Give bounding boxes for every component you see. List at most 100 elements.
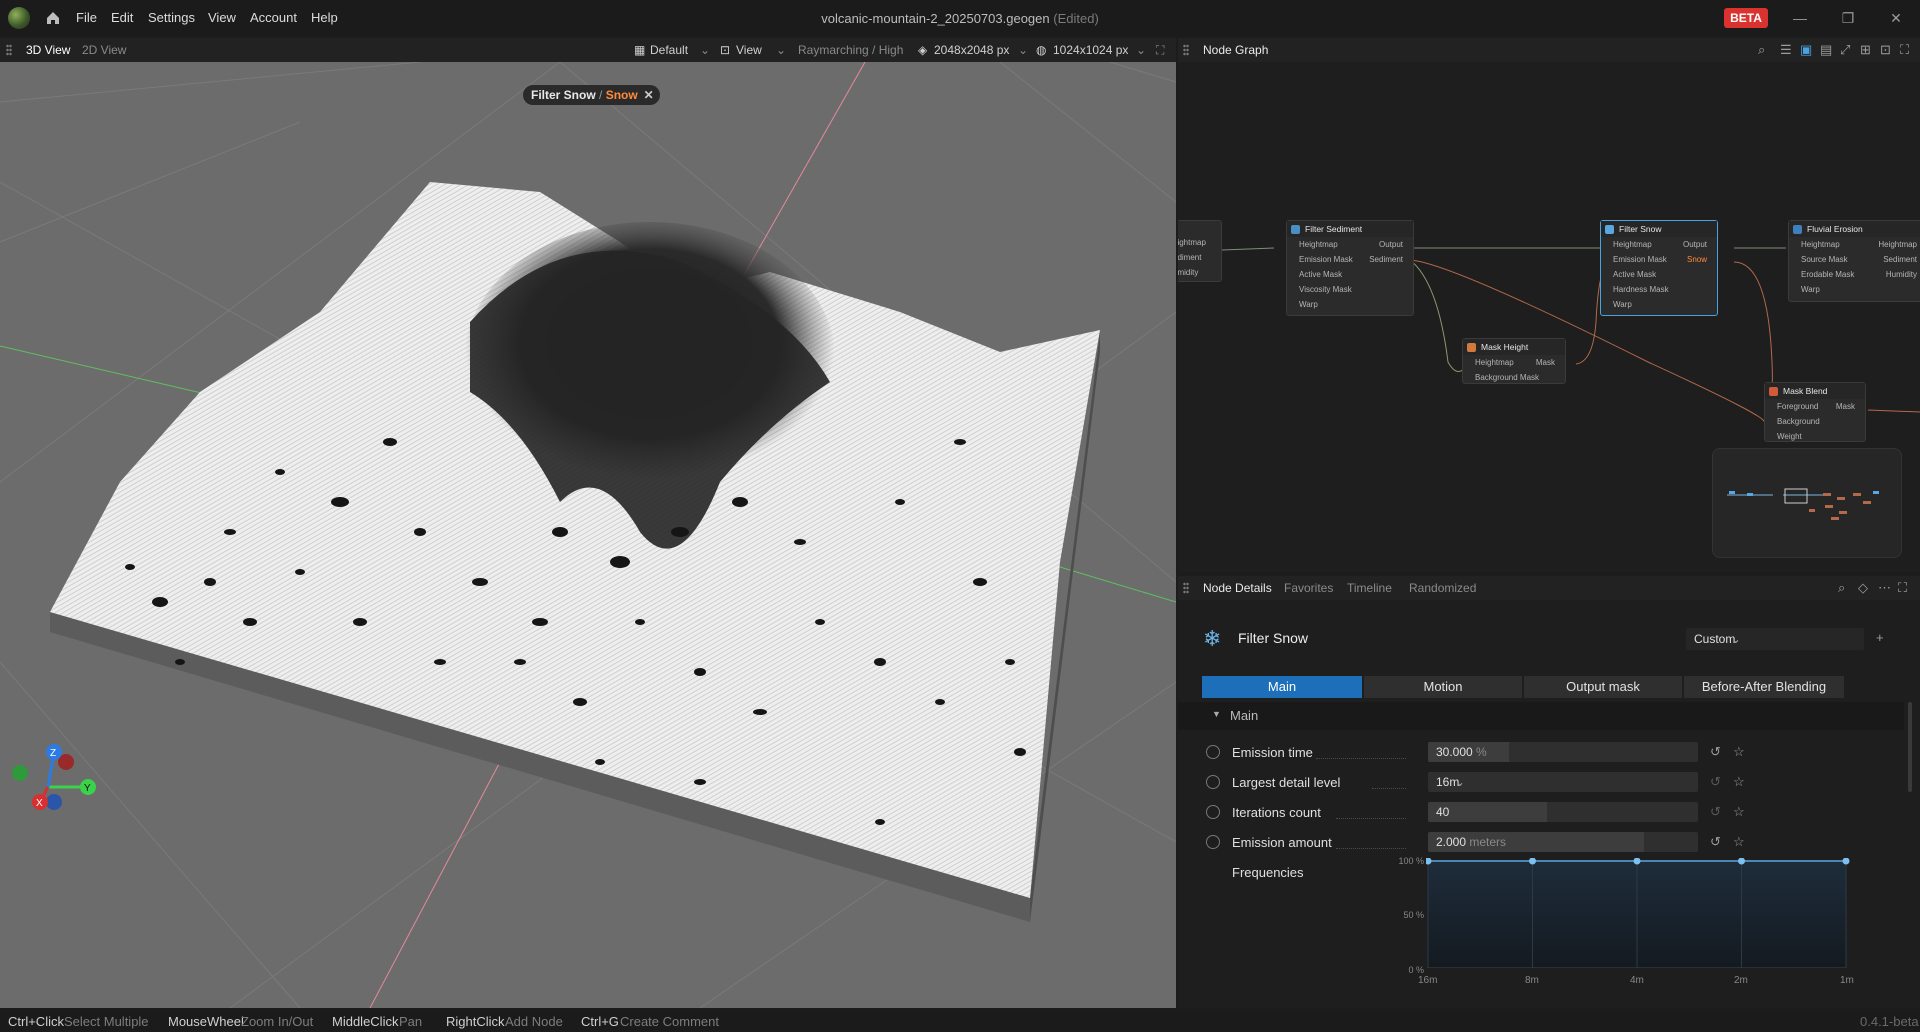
- node-port[interactable]: Erodable Mask: [1801, 270, 1854, 279]
- fit-icon[interactable]: ⊞: [1860, 42, 1871, 58]
- iterations-count-field[interactable]: 40: [1428, 802, 1698, 822]
- drag-handle-icon[interactable]: [1183, 582, 1189, 594]
- tab-timeline[interactable]: Timeline: [1347, 581, 1392, 595]
- list-icon[interactable]: ☰: [1780, 42, 1792, 58]
- maximize-panel-icon[interactable]: ⛶: [1900, 42, 1909, 58]
- node-port[interactable]: Hardness Mask: [1613, 285, 1669, 294]
- reset-icon[interactable]: ↺: [1710, 804, 1721, 820]
- node-port-out[interactable]: Output: [1683, 237, 1707, 252]
- emission-amount-field[interactable]: 2.000 meters: [1428, 832, 1698, 852]
- node-port[interactable]: Heightmap: [1801, 240, 1840, 249]
- node-port[interactable]: Active Mask: [1299, 270, 1342, 279]
- node-graph-minimap[interactable]: [1712, 448, 1902, 558]
- fullscreen-icon[interactable]: ⛶: [1156, 43, 1164, 58]
- layout-icon[interactable]: ▣: [1800, 42, 1812, 58]
- node-port[interactable]: Active Mask: [1613, 270, 1656, 279]
- maximize-panel-icon[interactable]: ⛶: [1898, 580, 1907, 596]
- frequencies-curve-editor[interactable]: [1426, 858, 1850, 968]
- keyframe-toggle[interactable]: [1206, 775, 1220, 789]
- add-icon[interactable]: +: [1876, 630, 1884, 645]
- scrollbar[interactable]: [1908, 702, 1912, 792]
- tab-favorites[interactable]: Favorites: [1284, 581, 1333, 595]
- node-port-out[interactable]: Heightmap: [1878, 237, 1917, 252]
- reset-icon[interactable]: ↺: [1710, 774, 1721, 790]
- screenshot-icon[interactable]: ⊡: [1880, 42, 1891, 58]
- star-icon[interactable]: ☆: [1733, 834, 1745, 850]
- render-mode[interactable]: Raymarching / High: [798, 43, 903, 57]
- node-partial-left[interactable]: eightmap ediment umidity: [1178, 220, 1222, 282]
- tab-node-details[interactable]: Node Details: [1203, 581, 1272, 595]
- tab-motion[interactable]: Motion: [1364, 676, 1522, 698]
- 3d-viewport[interactable]: Z Y X Filter Snow / Snow ✕: [0, 62, 1176, 1008]
- preview-resolution-select[interactable]: 1024x1024 px: [1053, 43, 1128, 57]
- node-port-out[interactable]: Output: [1379, 237, 1403, 252]
- tab-output-mask[interactable]: Output mask: [1524, 676, 1682, 698]
- star-icon[interactable]: ☆: [1733, 744, 1745, 760]
- node-port-out[interactable]: Mask: [1836, 399, 1855, 414]
- node-port-out[interactable]: Sediment: [1369, 252, 1403, 267]
- drag-handle-icon[interactable]: [6, 44, 12, 56]
- tab-3d-view[interactable]: 3D View: [26, 43, 70, 57]
- node-port[interactable]: ediment: [1178, 250, 1221, 265]
- node-port[interactable]: Warp: [1801, 285, 1820, 294]
- close-icon[interactable]: ✕: [1886, 8, 1906, 28]
- node-port[interactable]: Viscosity Mask: [1299, 285, 1352, 294]
- view-select[interactable]: View: [736, 43, 762, 57]
- node-port[interactable]: Emission Mask: [1299, 255, 1353, 264]
- node-port[interactable]: Emission Mask: [1613, 255, 1667, 264]
- minimize-icon[interactable]: —: [1790, 8, 1810, 28]
- preset-select[interactable]: Default: [650, 43, 688, 57]
- reset-icon[interactable]: ↺: [1710, 744, 1721, 760]
- search-icon[interactable]: ⌕: [1838, 580, 1845, 596]
- resolution-select[interactable]: 2048x2048 px: [934, 43, 1009, 57]
- pin-icon[interactable]: ◇: [1858, 580, 1868, 596]
- keyframe-toggle[interactable]: [1206, 745, 1220, 759]
- node-port[interactable]: Weight: [1777, 432, 1802, 441]
- chevron-down-icon[interactable]: ⌄: [700, 43, 710, 57]
- chevron-down-icon[interactable]: ⌄: [776, 43, 786, 57]
- tab-randomized[interactable]: Randomized: [1409, 581, 1476, 595]
- chevron-down-icon[interactable]: ⌄: [1136, 43, 1146, 57]
- tab-2d-view[interactable]: 2D View: [82, 43, 126, 57]
- maximize-icon[interactable]: ❐: [1838, 8, 1858, 28]
- node-port-out[interactable]: Mask: [1536, 355, 1555, 370]
- node-filter-sediment[interactable]: Filter Sediment Heightmap Output Emission…: [1286, 220, 1414, 316]
- star-icon[interactable]: ☆: [1733, 774, 1745, 790]
- chevron-down-icon[interactable]: ⌄: [1018, 43, 1028, 57]
- search-icon[interactable]: ⌕: [1758, 42, 1765, 58]
- node-mask-height[interactable]: Mask Height Heightmap Mask Background Mas…: [1462, 338, 1566, 384]
- image-icon[interactable]: ▤: [1820, 42, 1832, 58]
- node-port-out[interactable]: Snow: [1687, 252, 1707, 267]
- more-icon[interactable]: ⋯: [1878, 580, 1891, 596]
- tab-before-after-blending[interactable]: Before-After Blending: [1684, 676, 1844, 698]
- node-mask-blend[interactable]: Mask Blend Foreground Mask Background Wei…: [1764, 382, 1866, 442]
- tab-main[interactable]: Main: [1202, 676, 1362, 698]
- reset-icon[interactable]: ↺: [1710, 834, 1721, 850]
- node-port[interactable]: eightmap: [1178, 235, 1221, 250]
- largest-detail-select[interactable]: 16m ⌄: [1428, 772, 1698, 792]
- node-port[interactable]: Background: [1777, 417, 1820, 426]
- node-port-out[interactable]: Humidity: [1886, 267, 1917, 282]
- node-port[interactable]: Heightmap: [1475, 358, 1514, 367]
- axis-gizmo[interactable]: Z Y X: [12, 744, 96, 810]
- preset-select[interactable]: Custom ⌄: [1686, 628, 1864, 650]
- expand-icon[interactable]: ⤢: [1840, 42, 1850, 58]
- keyframe-toggle[interactable]: [1206, 805, 1220, 819]
- node-port[interactable]: Warp: [1613, 300, 1632, 309]
- close-icon[interactable]: ✕: [644, 85, 654, 105]
- node-port[interactable]: Heightmap: [1613, 240, 1652, 249]
- star-icon[interactable]: ☆: [1733, 804, 1745, 820]
- node-port[interactable]: Foreground: [1777, 402, 1818, 411]
- node-port-out[interactable]: Sediment: [1883, 252, 1917, 267]
- output-pill[interactable]: Filter Snow / Snow ✕: [523, 85, 660, 105]
- section-header[interactable]: ▼ Main: [1178, 702, 1904, 730]
- node-port[interactable]: Source Mask: [1801, 255, 1848, 264]
- node-port[interactable]: Warp: [1299, 300, 1318, 309]
- drag-handle-icon[interactable]: [1183, 44, 1189, 56]
- node-port[interactable]: Background Mask: [1475, 373, 1539, 382]
- node-filter-snow[interactable]: Filter Snow Heightmap Output Emission Mas…: [1600, 220, 1718, 316]
- emission-time-field[interactable]: 30.000 %: [1428, 742, 1698, 762]
- keyframe-toggle[interactable]: [1206, 835, 1220, 849]
- node-fluvial-erosion[interactable]: Fluvial Erosion Heightmap Heightmap Sourc…: [1788, 220, 1920, 302]
- node-port[interactable]: umidity: [1178, 265, 1221, 280]
